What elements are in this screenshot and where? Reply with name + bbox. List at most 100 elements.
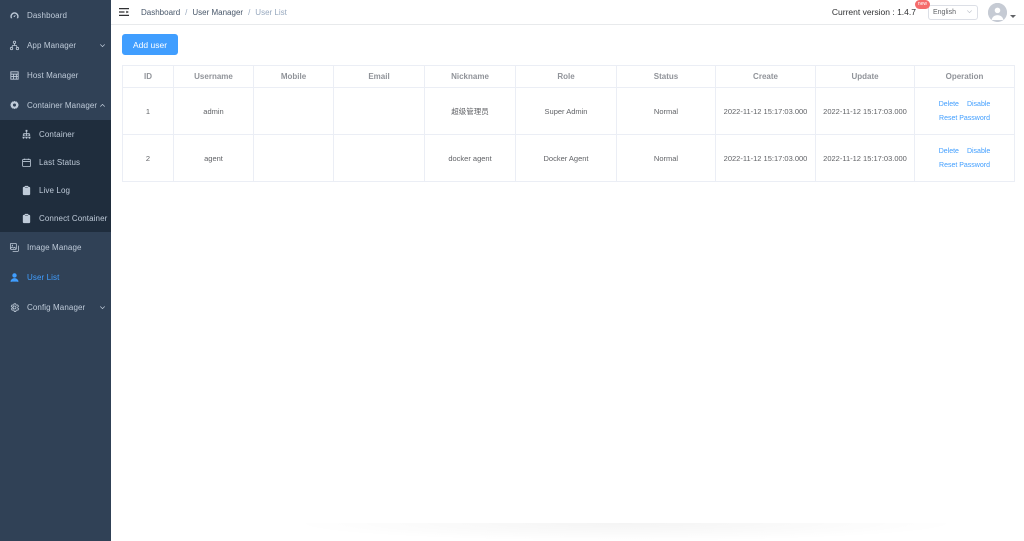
container-manager-icon (8, 99, 21, 112)
main-area: Dashboard / User Manager / User List Cur… (111, 0, 1024, 541)
breadcrumb-item-user-list: User List (255, 7, 287, 17)
cell-update: 2022-11-12 15:17:03.000 (815, 134, 915, 182)
cell-role: Docker Agent (515, 134, 617, 182)
chevron-down-icon (97, 304, 107, 311)
sidebar-item-label: Container Manager (27, 100, 98, 110)
sidebar-item-label: Dashboard (27, 10, 68, 20)
user-icon (8, 271, 21, 284)
column-header-role[interactable]: Role (515, 65, 617, 88)
new-badge: new (914, 0, 930, 9)
content-area: Add user ID Username Mobile Email Nickna… (111, 25, 1024, 182)
clipboard-icon (20, 184, 33, 197)
operation-row-secondary: Reset Password (917, 162, 1012, 169)
clipboard-icon (20, 212, 33, 225)
sidebar-item-user-list[interactable]: User List (0, 262, 111, 292)
cell-email (333, 87, 425, 135)
app-root: Dashboard App Manager Host Manager Conta… (0, 0, 1024, 541)
reset-password-link[interactable]: Reset Password (939, 115, 990, 122)
column-header-mobile[interactable]: Mobile (253, 65, 334, 88)
column-header-create[interactable]: Create (715, 65, 816, 88)
cell-operation: Delete Disable Reset Password (914, 134, 1015, 182)
reset-password-link[interactable]: Reset Password (939, 162, 990, 169)
sidebar-item-label: Connect Container (39, 213, 108, 223)
user-table-wrapper: ID Username Mobile Email Nickname Role S… (122, 65, 1015, 182)
user-table: ID Username Mobile Email Nickname Role S… (122, 65, 1015, 182)
delete-link[interactable]: Delete (939, 148, 959, 155)
cell-mobile (253, 134, 334, 182)
table-header-row: ID Username Mobile Email Nickname Role S… (122, 65, 1015, 88)
chevron-up-icon (97, 102, 107, 109)
sidebar-item-label: Last Status (39, 157, 81, 167)
cell-nickname: docker agent (424, 134, 516, 182)
add-user-button[interactable]: Add user (122, 34, 179, 55)
column-header-status[interactable]: Status (616, 65, 716, 88)
cell-id: 1 (122, 87, 174, 135)
sidebar-item-live-log[interactable]: Live Log (0, 176, 111, 204)
avatar (988, 2, 1007, 22)
current-version: Current version : 1.4.7 new (831, 0, 930, 17)
sidebar-item-container[interactable]: Container (0, 120, 111, 148)
cell-status: Normal (616, 87, 716, 135)
column-header-operation[interactable]: Operation (914, 65, 1015, 88)
config-gear-icon (8, 301, 21, 314)
delete-link[interactable]: Delete (939, 101, 959, 108)
column-header-username[interactable]: Username (173, 65, 254, 88)
cell-email (333, 134, 425, 182)
sidebar-item-label: App Manager (27, 40, 77, 50)
sitemap-icon (20, 128, 33, 141)
cell-status: Normal (616, 134, 716, 182)
language-value: English (933, 8, 956, 16)
caret-down-icon (1010, 14, 1016, 18)
sidebar-item-dashboard[interactable]: Dashboard (0, 0, 111, 30)
version-text: Current version : 1.4.7 (831, 7, 916, 17)
sidebar-item-label: Live Log (39, 185, 71, 195)
navbar-right: Current version : 1.4.7 new English (831, 0, 1016, 22)
sidebar-item-label: User List (27, 272, 60, 282)
sidebar-item-connect-container[interactable]: Connect Container (0, 204, 111, 232)
sidebar-item-config-manager[interactable]: Config Manager (0, 292, 111, 322)
cell-mobile (253, 87, 334, 135)
sidebar-item-last-status[interactable]: Last Status (0, 148, 111, 176)
cell-username: agent (173, 134, 254, 182)
column-header-email[interactable]: Email (333, 65, 425, 88)
sidebar-item-image-manage[interactable]: Image Manage (0, 232, 111, 262)
breadcrumb-item-user-manager[interactable]: User Manager (192, 8, 243, 17)
cell-id: 2 (122, 134, 174, 182)
breadcrumb-separator: / (185, 7, 188, 17)
app-manager-icon (8, 39, 21, 52)
disable-link[interactable]: Disable (967, 148, 990, 155)
chevron-down-icon (966, 8, 973, 17)
breadcrumb: Dashboard / User Manager / User List (141, 8, 287, 17)
cell-nickname: 超级管理员 (424, 87, 516, 135)
image-manage-icon (8, 241, 21, 254)
bottom-shadow (296, 523, 956, 541)
sidebar-item-label: Image Manage (27, 242, 82, 252)
cell-update: 2022-11-12 15:17:03.000 (815, 87, 915, 135)
hamburger-icon[interactable] (117, 5, 131, 19)
sidebar-item-label: Config Manager (27, 302, 86, 312)
cell-role: Super Admin (515, 87, 617, 135)
column-header-id[interactable]: ID (122, 65, 174, 88)
sidebar-item-container-manager[interactable]: Container Manager (0, 90, 111, 120)
sidebar-item-app-manager[interactable]: App Manager (0, 30, 111, 60)
breadcrumb-item-dashboard[interactable]: Dashboard (141, 8, 180, 17)
cell-create: 2022-11-12 15:17:03.000 (715, 87, 816, 135)
avatar-menu[interactable] (988, 2, 1016, 22)
cell-operation: Delete Disable Reset Password (914, 87, 1015, 135)
operation-row-secondary: Reset Password (917, 115, 1012, 122)
host-manager-icon (8, 69, 21, 82)
navbar: Dashboard / User Manager / User List Cur… (111, 0, 1024, 25)
column-header-nickname[interactable]: Nickname (424, 65, 516, 88)
calendar-icon (20, 156, 33, 169)
table-body: 1 admin 超级管理员 Super Admin Normal 2022-11… (122, 87, 1015, 182)
sidebar-item-host-manager[interactable]: Host Manager (0, 60, 111, 90)
table-row: 2 agent docker agent Docker Agent Normal… (122, 134, 1015, 182)
sidebar-submenu-container-manager: Container Last Status Live Log Connect C… (0, 120, 111, 232)
language-select[interactable]: English (928, 4, 978, 20)
column-header-update[interactable]: Update (815, 65, 915, 88)
chevron-down-icon (97, 42, 107, 49)
breadcrumb-separator: / (248, 7, 251, 17)
table-row: 1 admin 超级管理员 Super Admin Normal 2022-11… (122, 87, 1015, 135)
disable-link[interactable]: Disable (967, 101, 990, 108)
dashboard-icon (8, 9, 21, 22)
